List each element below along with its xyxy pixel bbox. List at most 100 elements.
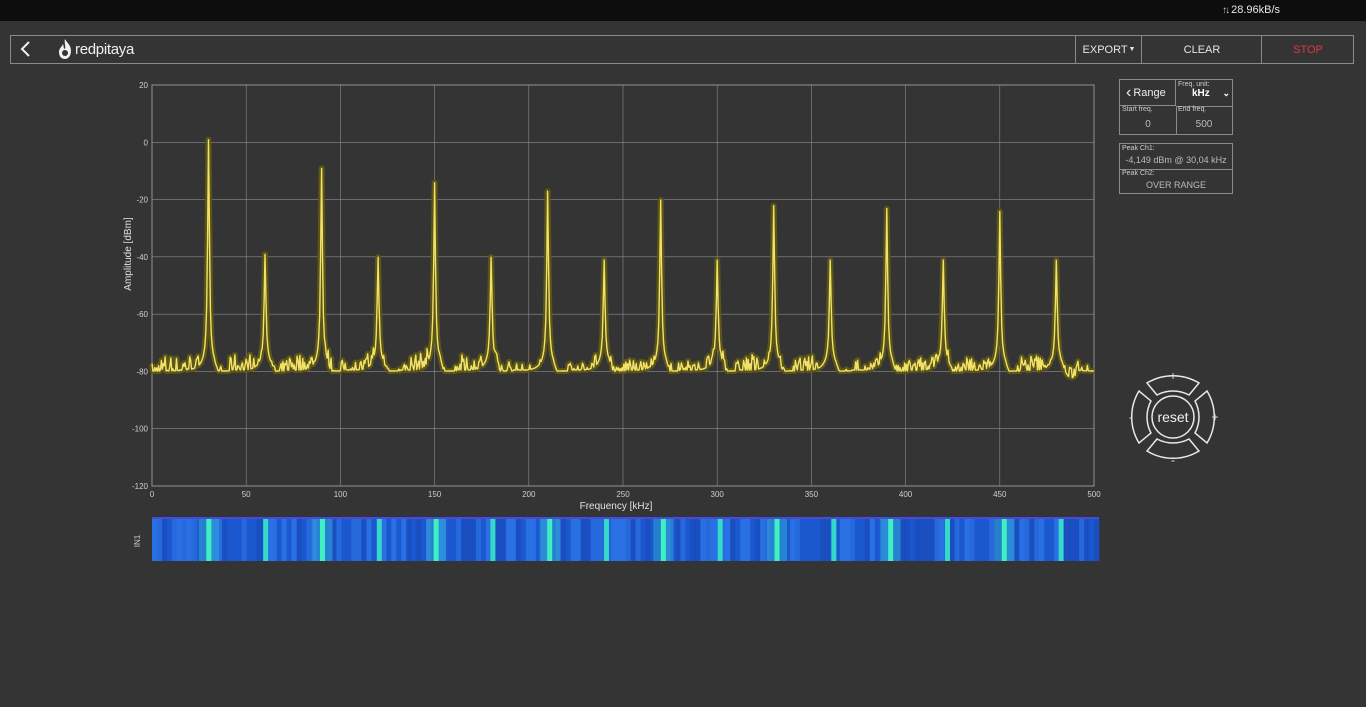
peak-ch2-label: Peak Ch2: bbox=[1122, 170, 1155, 177]
waterfall-column bbox=[635, 518, 641, 561]
waterfall-column bbox=[241, 518, 248, 561]
y-tick-label: -40 bbox=[136, 253, 148, 262]
waterfall-peak-line bbox=[944, 518, 950, 561]
range-panel: ‹ Range Freq. unit: kHz ⌄ Start freq. 0 … bbox=[1119, 79, 1233, 135]
waterfall-column bbox=[396, 518, 402, 561]
x-tick-label: 100 bbox=[334, 490, 348, 499]
waterfall-channel-label: IN1 bbox=[133, 534, 142, 547]
waterfall-peak-line bbox=[490, 518, 496, 561]
waterfall-column bbox=[954, 518, 960, 561]
range-button[interactable]: ‹ Range bbox=[1120, 80, 1176, 106]
waterfall-column bbox=[570, 518, 577, 561]
waterfall-column bbox=[461, 518, 467, 561]
start-freq-input[interactable]: 0 bbox=[1120, 119, 1176, 130]
waterfall-column bbox=[171, 518, 178, 561]
peak-point bbox=[377, 270, 379, 272]
waterfall-column bbox=[610, 518, 617, 561]
waterfall-column bbox=[904, 518, 911, 561]
end-freq-cell: End freq. 500 bbox=[1176, 106, 1232, 134]
peak-point bbox=[264, 267, 266, 270]
waterfall-column bbox=[1044, 518, 1050, 561]
waterfall-column bbox=[480, 518, 487, 561]
waterfall-column bbox=[740, 518, 746, 561]
peak-ch1: Peak Ch1: -4,149 dBm @ 30,04 kHz bbox=[1120, 144, 1232, 170]
waterfall-column bbox=[416, 518, 422, 561]
waterfall-column bbox=[446, 518, 452, 561]
waterfall-column bbox=[186, 518, 193, 561]
chart-grid bbox=[151, 84, 1095, 487]
waterfall-column bbox=[251, 518, 258, 561]
waterfall-column bbox=[286, 518, 293, 561]
waterfall-column bbox=[226, 518, 233, 561]
waterfall-column bbox=[675, 518, 681, 561]
waterfall-column bbox=[525, 518, 532, 561]
waterfall-column bbox=[575, 518, 582, 561]
waterfall-column bbox=[406, 518, 412, 561]
waterfall-column bbox=[356, 518, 362, 561]
x-tick-label: 250 bbox=[616, 490, 630, 499]
waterfall-peak-line bbox=[263, 518, 269, 561]
waterfall-column bbox=[1069, 518, 1075, 561]
zoom-x-out-button[interactable] bbox=[1130, 389, 1152, 445]
waterfall-column bbox=[730, 518, 736, 561]
waterfall-column bbox=[421, 518, 427, 561]
waterfall-column bbox=[296, 518, 303, 561]
waterfall-column bbox=[456, 518, 462, 561]
waterfall-column bbox=[710, 518, 716, 561]
waterfall-column bbox=[949, 518, 955, 561]
waterfall-column bbox=[814, 518, 821, 561]
freq-unit-value: kHz bbox=[1192, 88, 1210, 99]
waterfall-column bbox=[804, 518, 811, 561]
waterfall-column bbox=[1074, 518, 1080, 561]
waterfall-column bbox=[276, 518, 283, 561]
waterfall-column bbox=[939, 518, 945, 561]
waterfall-column bbox=[221, 518, 228, 561]
waterfall-column bbox=[755, 518, 761, 561]
waterfall-column bbox=[166, 518, 173, 561]
waterfall-column bbox=[1024, 518, 1030, 561]
freq-unit-select[interactable]: kHz ⌄ bbox=[1180, 88, 1230, 102]
waterfall-column bbox=[685, 518, 691, 561]
minus-icon: - bbox=[1171, 453, 1175, 467]
waterfall-column bbox=[854, 518, 861, 561]
stop-button[interactable]: STOP bbox=[1261, 36, 1354, 63]
waterfall-column bbox=[919, 518, 926, 561]
stop-label: STOP bbox=[1293, 43, 1323, 56]
waterfall-column bbox=[361, 518, 367, 561]
waterfall-column bbox=[152, 518, 158, 561]
waterfall-column bbox=[640, 518, 646, 561]
waterfall-peak-line bbox=[319, 518, 325, 561]
waterfall-column bbox=[590, 518, 597, 561]
waterfall-column bbox=[934, 518, 941, 561]
waterfall-peak-line bbox=[888, 518, 894, 561]
peak-point bbox=[1055, 273, 1058, 275]
waterfall-column bbox=[1089, 518, 1095, 561]
waterfall-column bbox=[974, 518, 980, 561]
y-tick-label: 20 bbox=[139, 81, 148, 90]
chart-ticks: 0 50 100 150 200 250 300 350 400 450 500200-20-40-… bbox=[132, 81, 1101, 499]
waterfall-column bbox=[475, 518, 482, 561]
peak-ch2-value: OVER RANGE bbox=[1145, 180, 1206, 190]
end-freq-input[interactable]: 500 bbox=[1176, 119, 1232, 130]
waterfall-column bbox=[979, 518, 985, 561]
waterfall-peak-line bbox=[1058, 518, 1064, 561]
up-down-arrows-icon: ↑↓ bbox=[1222, 4, 1230, 16]
peak-point bbox=[207, 152, 210, 155]
waterfall-column bbox=[1094, 518, 1100, 561]
waterfall-column bbox=[191, 518, 198, 561]
x-tick-label: 50 bbox=[242, 490, 251, 499]
waterfall-column bbox=[306, 518, 312, 561]
waterfall-column bbox=[630, 518, 636, 561]
peak-point bbox=[546, 204, 549, 207]
waterfall-column bbox=[735, 518, 741, 561]
spectrum-chart: 0 50 100 150 200 250 300 350 400 450 500200-20-40-… bbox=[123, 81, 1101, 561]
waterfall-column bbox=[984, 518, 990, 561]
waterfall-column bbox=[470, 518, 477, 561]
chevron-left-icon: ‹ bbox=[1126, 83, 1132, 101]
waterfall-column bbox=[1064, 518, 1070, 561]
waterfall-column bbox=[824, 518, 831, 561]
waterfall-column bbox=[181, 518, 188, 561]
waterfall-column bbox=[291, 518, 298, 561]
peak-point bbox=[603, 273, 605, 275]
clear-button[interactable]: CLEAR bbox=[1141, 36, 1262, 63]
